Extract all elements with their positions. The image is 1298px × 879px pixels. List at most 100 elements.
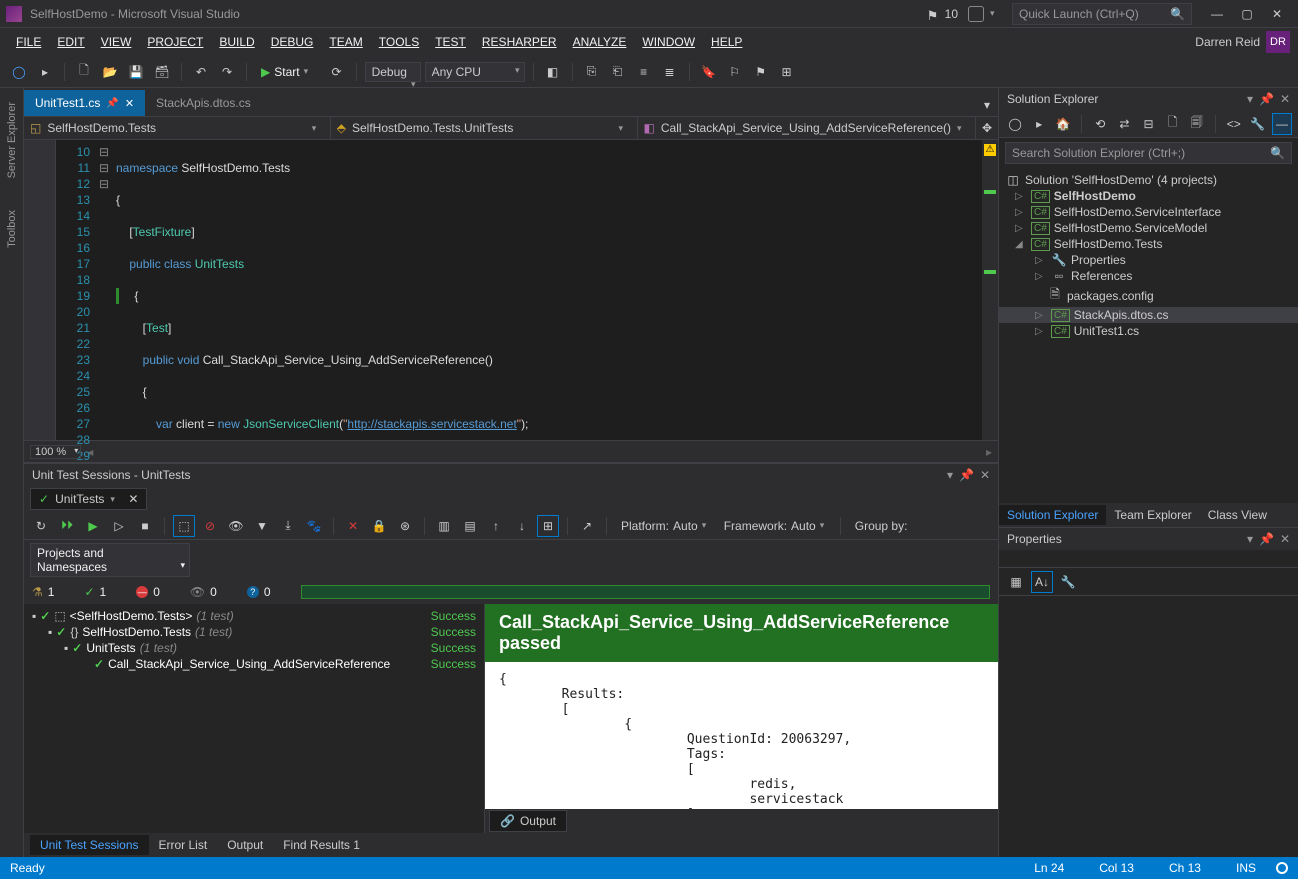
- uncomment-button[interactable]: ⎗: [607, 61, 629, 83]
- code-button[interactable]: <>: [1224, 113, 1244, 135]
- minimize-button[interactable]: ―: [1202, 3, 1232, 25]
- tab-stackapis[interactable]: StackApis.dtos.cs: [145, 90, 262, 116]
- back-button[interactable]: ◯: [1005, 113, 1025, 135]
- node-properties[interactable]: ▷🔧Properties: [999, 252, 1298, 268]
- menu-team[interactable]: TEAM: [321, 31, 370, 53]
- project-selfhostdemo[interactable]: ▷C#SelfHostDemo: [999, 188, 1298, 204]
- bookmark-button[interactable]: 🔖: [698, 61, 720, 83]
- debug-button[interactable]: ▷: [108, 515, 130, 537]
- menu-build[interactable]: BUILD: [211, 31, 262, 53]
- zoom-dropdown[interactable]: 100 %: [30, 445, 81, 459]
- delete-button[interactable]: ✕: [342, 515, 364, 537]
- tree-row-namespace[interactable]: ▪✓{}SelfHostDemo.Tests (1 test)Success: [24, 624, 484, 640]
- project-serviceinterface[interactable]: ▷C#SelfHostDemo.ServiceInterface: [999, 204, 1298, 220]
- menu-project[interactable]: PROJECT: [139, 31, 211, 53]
- session-tab-unittests[interactable]: ✓ UnitTests ▾ ✕: [30, 488, 147, 510]
- output-tab[interactable]: 🔗Output: [489, 810, 567, 832]
- close-button[interactable]: ✕: [1262, 3, 1292, 25]
- code-editor[interactable]: 1011121314151617181920212223242526272829…: [24, 140, 998, 441]
- next-button[interactable]: ↓: [511, 515, 533, 537]
- save-all-button[interactable]: 🗃: [151, 61, 173, 83]
- preview-button[interactable]: 🗐: [1187, 113, 1207, 135]
- solution-search-input[interactable]: Search Solution Explorer (Ctrl+;) 🔍: [1005, 142, 1292, 164]
- menu-debug[interactable]: DEBUG: [263, 31, 322, 53]
- save-button[interactable]: 💾: [125, 61, 147, 83]
- collapse-button[interactable]: ⊟: [1138, 113, 1158, 135]
- prev-button[interactable]: ↑: [485, 515, 507, 537]
- nav-back-button[interactable]: ◯: [8, 61, 30, 83]
- settings-icon[interactable]: ⊛: [394, 515, 416, 537]
- toolbar-icon-6[interactable]: ⊞: [776, 61, 798, 83]
- export-menu-button[interactable]: ↗: [576, 515, 598, 537]
- solution-tree[interactable]: ◫Solution 'SelfHostDemo' (4 projects) ▷C…: [999, 168, 1298, 503]
- tabs-overflow-button[interactable]: ▾: [976, 94, 998, 116]
- pin-icon[interactable]: 📌: [1259, 92, 1274, 106]
- menu-edit[interactable]: EDIT: [49, 31, 92, 53]
- test-tree[interactable]: ▪✓⬚<SelfHostDemo.Tests> (1 test)Success …: [24, 604, 484, 833]
- menu-help[interactable]: HELP: [703, 31, 750, 53]
- paw-icon[interactable]: 🐾: [303, 515, 325, 537]
- categorize-button[interactable]: ▦: [1005, 571, 1027, 593]
- layout-1-button[interactable]: ▥: [433, 515, 455, 537]
- btab-error-list[interactable]: Error List: [149, 835, 218, 855]
- btab-find-results[interactable]: Find Results 1: [273, 835, 370, 855]
- layout-2-button[interactable]: ▤: [459, 515, 481, 537]
- menu-resharper[interactable]: RESHARPER: [474, 31, 565, 53]
- rtab-class-view[interactable]: Class View: [1200, 505, 1275, 525]
- menu-test[interactable]: TEST: [427, 31, 474, 53]
- toolbar-icon-3[interactable]: ≣: [659, 61, 681, 83]
- config-dropdown[interactable]: Debug: [365, 62, 421, 82]
- split-editor-button[interactable]: ✥: [976, 117, 998, 139]
- stop-button[interactable]: ■: [134, 515, 156, 537]
- toolbar-icon-5[interactable]: ⚑: [750, 61, 772, 83]
- project-tests[interactable]: ◢C#SelfHostDemo.Tests: [999, 236, 1298, 252]
- toolbar-icon-2[interactable]: ≡: [633, 61, 655, 83]
- debug-target-button[interactable]: ⟳: [326, 61, 348, 83]
- close-icon[interactable]: ✕: [1280, 532, 1290, 546]
- close-icon[interactable]: ✕: [125, 97, 134, 110]
- tab-server-explorer[interactable]: Server Explorer: [4, 96, 20, 184]
- feedback-button[interactable]: ▾: [968, 6, 1002, 22]
- tree-row-project[interactable]: ▪✓⬚<SelfHostDemo.Tests> (1 test)Success: [24, 608, 484, 624]
- btab-unit-test[interactable]: Unit Test Sessions: [30, 835, 149, 855]
- start-debug-button[interactable]: ▶ Start ▾: [255, 65, 322, 79]
- chevron-down-icon[interactable]: ▾: [110, 494, 122, 505]
- remove-button[interactable]: ⊘: [199, 515, 221, 537]
- fold-column[interactable]: ⊟⊟⊟: [96, 140, 112, 440]
- new-project-button[interactable]: 🗋: [73, 61, 95, 83]
- close-icon[interactable]: ✕: [1280, 92, 1290, 106]
- run-button[interactable]: ▶: [82, 515, 104, 537]
- test-output-body[interactable]: { Results: [ { QuestionId: 20063297, Tag…: [485, 662, 998, 809]
- undo-button[interactable]: ↶: [190, 61, 212, 83]
- properties-button[interactable]: 🔧: [1248, 113, 1268, 135]
- pin-icon[interactable]: 📌: [1259, 532, 1274, 546]
- btab-output[interactable]: Output: [217, 835, 273, 855]
- sync-button[interactable]: ⟲: [1090, 113, 1110, 135]
- open-file-button[interactable]: 📂: [99, 61, 121, 83]
- menu-view[interactable]: VIEW: [93, 31, 140, 53]
- tab-unittest1[interactable]: UnitTest1.cs 📌 ✕: [24, 90, 145, 116]
- pin-icon[interactable]: 📌: [959, 468, 974, 482]
- refresh-button[interactable]: ⇄: [1114, 113, 1134, 135]
- pin-icon[interactable]: 📌: [106, 98, 118, 109]
- dropdown-icon[interactable]: ▾: [1247, 92, 1253, 106]
- nav-class-dropdown[interactable]: ⬘SelfHostDemo.Tests.UnitTests▾: [331, 117, 638, 139]
- autoscroll-button[interactable]: ⊞: [537, 515, 559, 537]
- nav-member-dropdown[interactable]: ◧Call_StackApi_Service_Using_AddServiceR…: [638, 117, 976, 139]
- toolbar-icon-1[interactable]: ◧: [542, 61, 564, 83]
- props-wrench-button[interactable]: 🔧: [1057, 571, 1079, 593]
- run-all-button[interactable]: ⏵⏵: [56, 515, 78, 537]
- tree-row-test[interactable]: ✓Call_StackApi_Service_Using_AddServiceR…: [24, 656, 484, 672]
- tab-toolbox[interactable]: Toolbox: [4, 204, 20, 254]
- node-packages-config[interactable]: 🗎packages.config: [999, 284, 1298, 307]
- quick-launch-input[interactable]: Quick Launch (Ctrl+Q) 🔍: [1012, 3, 1192, 25]
- export-button[interactable]: ⤓: [277, 515, 299, 537]
- nav-namespace-dropdown[interactable]: ◱SelfHostDemo.Tests▾: [24, 117, 331, 139]
- home-button[interactable]: 🏠: [1053, 113, 1073, 135]
- properties-selector[interactable]: [999, 550, 1298, 568]
- node-references[interactable]: ▷▫▫References: [999, 268, 1298, 284]
- menu-analyze[interactable]: ANALYZE: [565, 31, 635, 53]
- lock-button[interactable]: 🔒: [368, 515, 390, 537]
- close-icon[interactable]: ✕: [980, 468, 990, 482]
- project-servicemodel[interactable]: ▷C#SelfHostDemo.ServiceModel: [999, 220, 1298, 236]
